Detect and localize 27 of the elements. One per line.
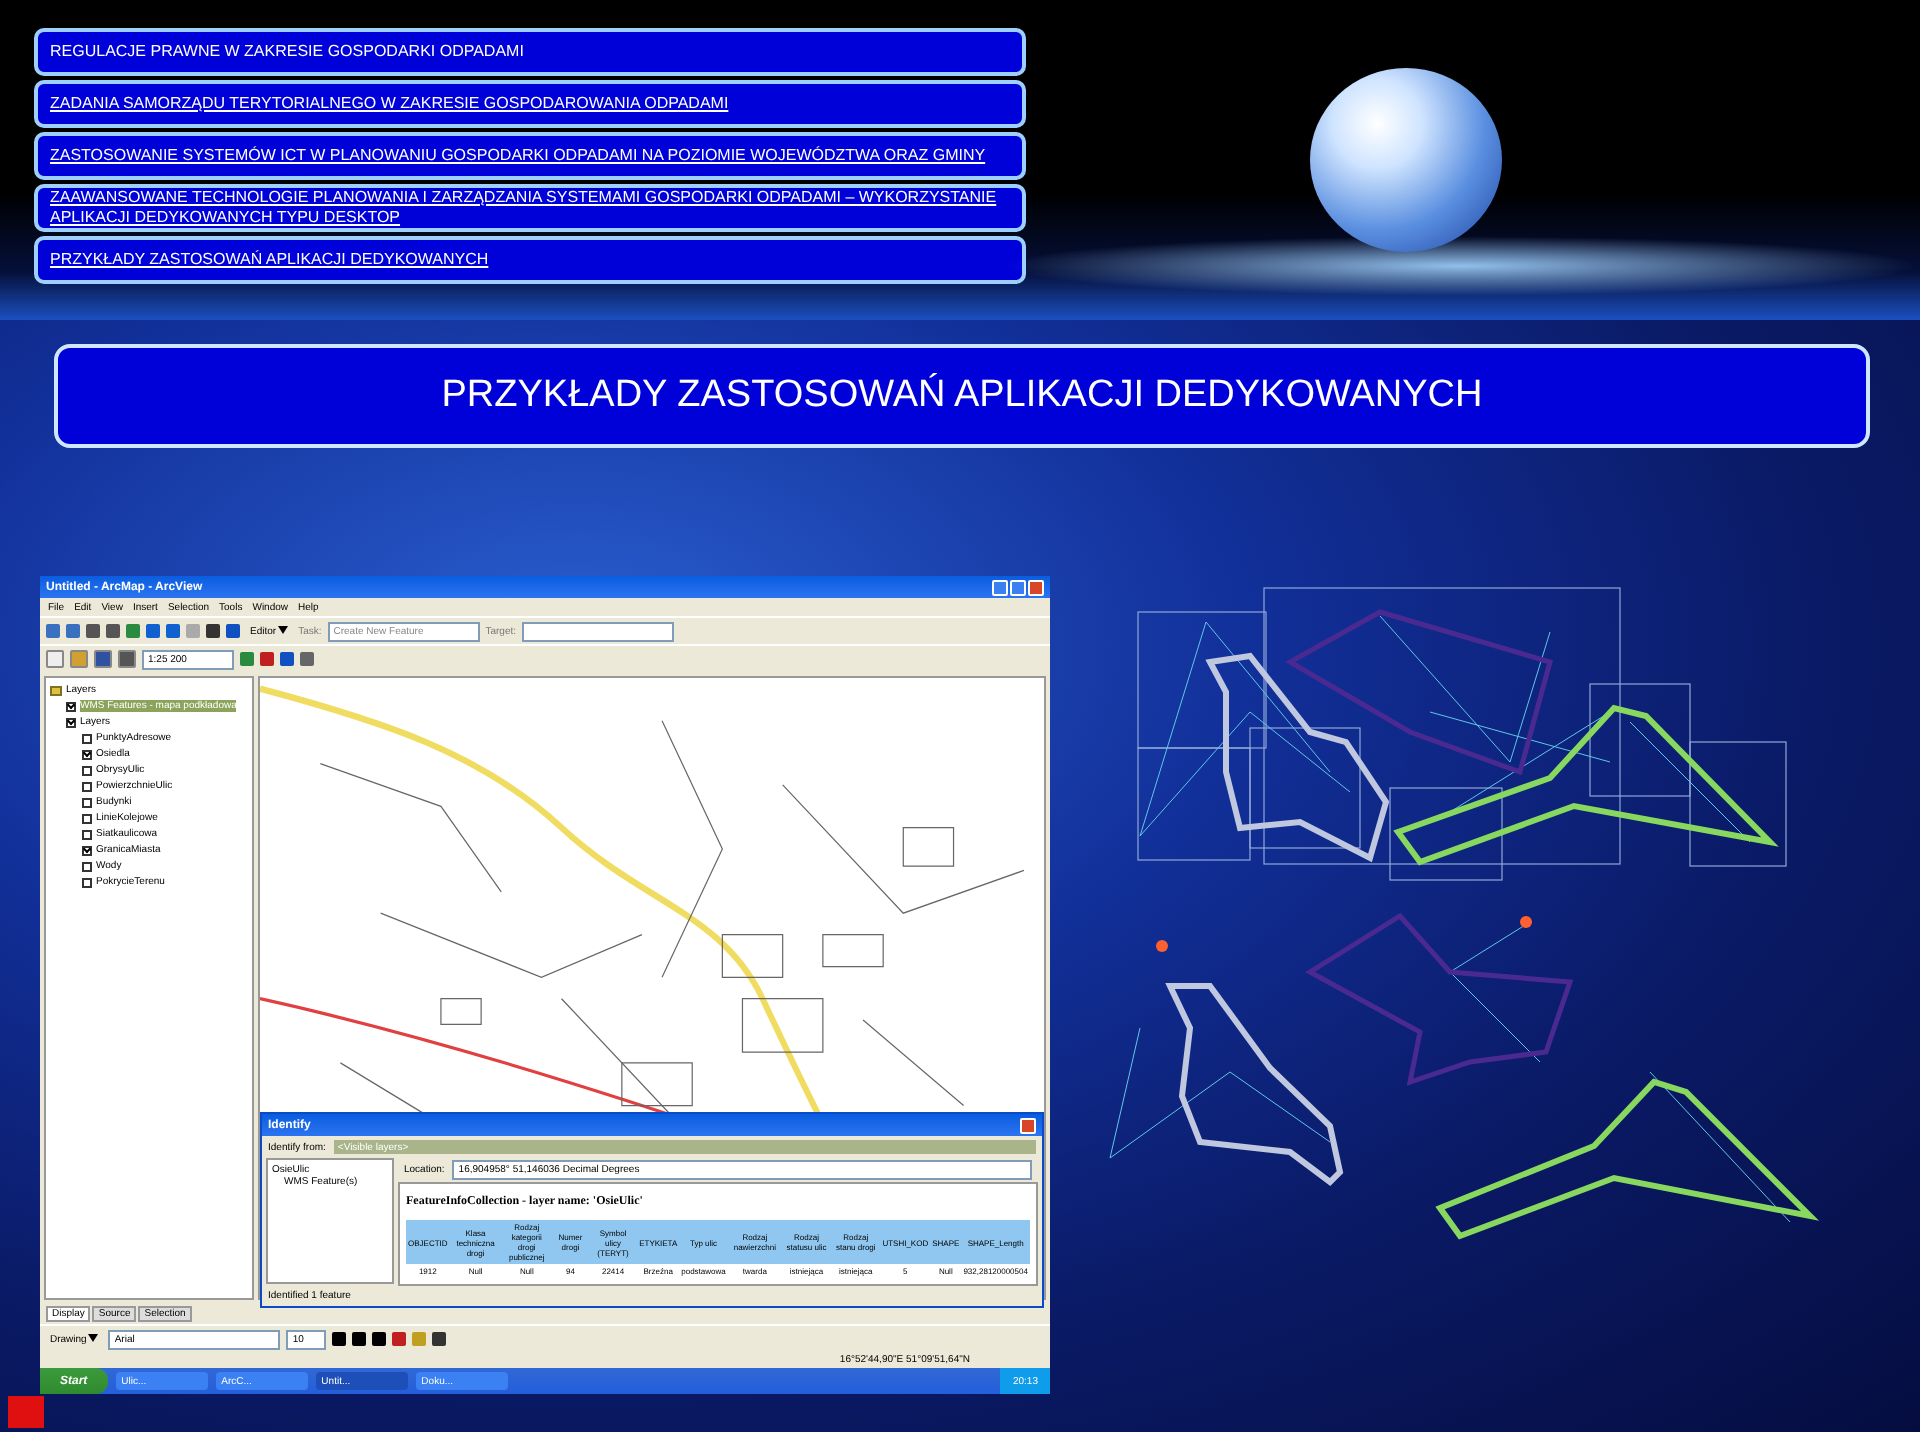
- layer-checkbox[interactable]: [82, 781, 92, 791]
- layer-checkbox[interactable]: [82, 845, 92, 855]
- layer-checkbox[interactable]: [82, 813, 92, 823]
- layer-checkbox[interactable]: [82, 797, 92, 807]
- close-icon[interactable]: [1028, 579, 1044, 595]
- target-dropdown[interactable]: [522, 621, 675, 641]
- close-icon[interactable]: [1020, 1117, 1036, 1133]
- layer-checkbox[interactable]: [66, 701, 76, 711]
- nav-link[interactable]: ZADANIA SAMORZĄDU TERYTORIALNEGO W ZAKRESIE GOSPODAROWANIA ODPADAMI: [34, 80, 1026, 128]
- layer-checkbox[interactable]: [82, 749, 92, 759]
- nav-link[interactable]: REGULACJE PRAWNE W ZAKRESIE GOSPODARKI ODPADAMI: [34, 28, 1026, 76]
- layers-icon: [50, 685, 62, 695]
- nav-link[interactable]: ZAAWANSOWANE TECHNOLOGIE PLANOWANIA I ZARZĄDZANIA SYSTEMAMI GOSPODARKI ODPADAMI – WYKORZYSTANIE APLIKACJI DEDYKOWANYCH TYPU DESKTOP: [34, 184, 1026, 232]
- nav-link[interactable]: PRZYKŁADY ZASTOSOWAŃ APLIKACJI DEDYKOWANYCH: [34, 236, 1026, 284]
- layer-checkbox[interactable]: [82, 829, 92, 839]
- minimize-icon[interactable]: [992, 579, 1008, 595]
- caret-icon: [88, 1333, 99, 1341]
- slide-title: PRZYKŁADY ZASTOSOWAŃ APLIKACJI DEDYKOWANYCH: [54, 344, 1870, 448]
- layer-checkbox[interactable]: [82, 877, 92, 887]
- layer-checkbox[interactable]: [82, 765, 92, 775]
- maximize-icon[interactable]: [1010, 579, 1026, 595]
- nav-link[interactable]: ZASTOSOWANIE SYSTEMÓW ICT W PLANOWANIU GOSPODARKI ODPADAMI NA POZIOMIE WOJEWÓDZTWA ORAZ GMINY: [34, 132, 1026, 180]
- layer-checkbox[interactable]: [66, 717, 76, 727]
- marker-square: [8, 1396, 44, 1428]
- layer-checkbox[interactable]: [82, 861, 92, 871]
- layer-checkbox[interactable]: [82, 733, 92, 743]
- caret-icon: [278, 625, 289, 633]
